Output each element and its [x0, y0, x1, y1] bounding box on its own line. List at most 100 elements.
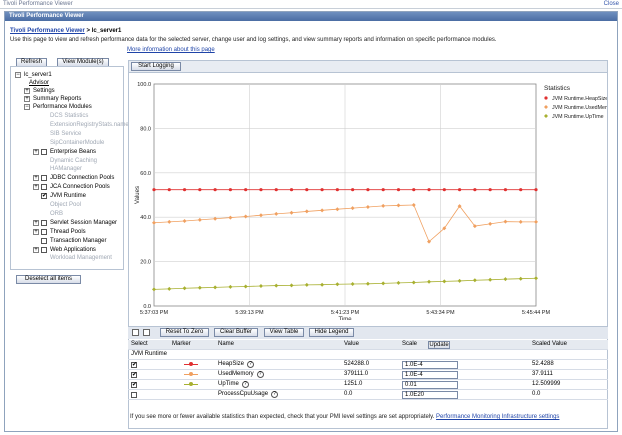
module-checkbox[interactable] — [41, 184, 47, 191]
select-all-icon[interactable] — [132, 329, 139, 336]
view-table-button[interactable]: View Table — [264, 328, 304, 337]
data-point — [259, 188, 263, 192]
row-scale-input[interactable]: 1.0E-4 — [402, 371, 458, 379]
tree-module-item[interactable]: Transaction Manager — [50, 237, 106, 246]
table-row: ✔ HeapSize? 524288.0 1.0E-4 52.4288 — [128, 360, 608, 370]
help-icon[interactable]: ? — [271, 391, 279, 398]
legend-entry: JVM Runtime.HeapSize — [552, 96, 607, 102]
breadcrumb-root-link[interactable]: Tivoli Performance Viewer — [10, 28, 85, 34]
tree-module-label[interactable]: Transaction Manager — [50, 238, 106, 244]
tree-advisor-label[interactable]: Advisor — [29, 80, 49, 86]
module-checkbox[interactable]: ✔ — [41, 193, 47, 200]
module-checkbox[interactable] — [41, 237, 47, 244]
update-button[interactable]: Update — [428, 341, 450, 349]
row-name: ProcessCpuUsage — [218, 391, 269, 397]
help-icon[interactable]: ? — [241, 381, 249, 388]
row-checkbox[interactable] — [131, 392, 137, 398]
row-scaled-value: 52.4288 — [532, 361, 554, 367]
tree-module-item: SipContainerModule — [50, 139, 104, 148]
tree-module-label[interactable]: Web Applications — [50, 247, 96, 253]
expand-jdbc-connection-pools-icon[interactable]: + — [33, 175, 39, 182]
expand-thread-pools-icon[interactable]: + — [33, 228, 39, 235]
hide-legend-button[interactable]: Hide Legend — [309, 328, 354, 337]
close-link[interactable]: Close — [604, 1, 619, 7]
tree-summary-label[interactable]: Summary Reports — [33, 96, 81, 102]
expand-enterprise-beans-icon[interactable]: + — [33, 148, 39, 155]
expand-web-applications-icon[interactable]: + — [33, 246, 39, 253]
row-name-cell: UsedMemory? — [218, 370, 264, 380]
row-scale-input[interactable]: 1.0E20 — [402, 391, 458, 399]
module-checkbox[interactable] — [41, 175, 47, 182]
row-checkbox[interactable]: ✔ — [131, 372, 137, 378]
footer-text: If you see more or fewer available stati… — [130, 414, 435, 420]
tree-module-item[interactable]: Thread Pools — [50, 228, 86, 237]
help-icon[interactable]: ? — [247, 361, 255, 368]
collapse-modules-icon[interactable]: − — [24, 104, 30, 110]
table-header-row: Select Marker Name Value Scale Update Sc… — [128, 340, 608, 350]
tree-module-label[interactable]: JVM Runtime — [50, 193, 86, 199]
tree-module-item[interactable]: Web Applications — [50, 246, 96, 255]
group-label: JVM Runtime — [131, 351, 168, 357]
module-checkbox[interactable] — [41, 219, 47, 226]
data-point — [351, 188, 355, 192]
tree-server-label[interactable]: lc_server1 — [24, 72, 52, 78]
tree-module-item[interactable]: JVM Runtime — [50, 192, 86, 201]
row-checkbox[interactable]: ✔ — [131, 382, 137, 388]
more-info-link[interactable]: More information about this page — [127, 47, 215, 53]
row-scale-input[interactable]: 0.01 — [402, 381, 458, 389]
footer-note: If you see more or fewer available stati… — [130, 414, 559, 420]
tree-module-label: DCS Statistics — [50, 113, 89, 119]
y-tick-label: 40.0 — [140, 215, 151, 221]
tree-module-item[interactable]: Enterprise Beans — [50, 148, 96, 157]
tree-module-label[interactable]: Servlet Session Manager — [50, 220, 117, 226]
tree-settings-label[interactable]: Settings — [33, 88, 55, 94]
deselect-all-icon[interactable] — [143, 329, 150, 336]
chart-svg: 0.020.040.060.080.0100.05:37:03 PM 5:39:1… — [135, 82, 617, 323]
tree-module-item[interactable]: Servlet Session Manager — [50, 219, 117, 228]
intro-text: Use this page to view and refresh perfor… — [10, 37, 497, 43]
expand-servlet-session-manager-icon[interactable]: + — [33, 219, 39, 226]
tree-module-label[interactable]: Thread Pools — [50, 229, 86, 235]
deselect-all-button[interactable]: Deselect all items — [16, 275, 81, 284]
x-tick-label: 5:37:03 PM — [140, 310, 169, 316]
data-point — [274, 188, 278, 192]
collapse-server-icon[interactable]: − — [15, 72, 21, 78]
row-scale-input[interactable]: 1.0E-4 — [402, 361, 458, 369]
tree-module-label: Dynamic Caching — [50, 157, 98, 164]
tree-module-label[interactable]: Enterprise Beans — [50, 149, 96, 155]
y-axis-label: Values — [135, 186, 141, 204]
start-logging-button[interactable]: Start Logging — [131, 62, 181, 71]
col-select: Select — [131, 341, 148, 347]
tree-performance-modules[interactable]: Performance Modules — [33, 103, 92, 112]
row-name-cell: HeapSize? — [218, 360, 255, 370]
tree-module-label: Object Pool — [50, 202, 82, 208]
breadcrumb-separator: > — [84, 28, 92, 34]
row-checkbox[interactable]: ✔ — [131, 362, 137, 368]
data-point — [305, 188, 309, 192]
data-point — [503, 188, 508, 192]
pmi-settings-link[interactable]: Performance Monitoring Infrastructure se… — [436, 414, 559, 420]
data-point — [473, 188, 477, 192]
tree-module-item: HAManager — [50, 165, 82, 174]
row-value: 1251.0 — [344, 381, 363, 387]
tree-modules-label[interactable]: Performance Modules — [33, 104, 92, 110]
expand-settings-icon[interactable]: + — [24, 88, 30, 94]
module-checkbox[interactable] — [41, 148, 47, 155]
tree-module-item[interactable]: JCA Connection Pools — [50, 183, 110, 192]
tree-module-item: Dynamic Caching — [50, 157, 97, 166]
reset-to-zero-button[interactable]: Reset To Zero — [160, 328, 209, 337]
expand-jca-connection-pools-icon[interactable]: + — [33, 184, 39, 191]
tree-module-label[interactable]: JCA Connection Pools — [50, 184, 110, 190]
module-checkbox[interactable] — [41, 246, 47, 253]
clear-buffer-button[interactable]: Clear Buffer — [214, 328, 258, 337]
row-value: 379111.0 — [344, 371, 369, 377]
module-checkbox[interactable] — [41, 228, 47, 235]
data-point — [335, 188, 339, 192]
tree-module-item[interactable]: JDBC Connection Pools — [50, 174, 114, 183]
tree-module-item: ORB — [50, 210, 63, 219]
help-icon[interactable]: ? — [256, 371, 264, 378]
tree-module-label[interactable]: JDBC Connection Pools — [50, 175, 114, 181]
col-value: Value — [344, 341, 359, 347]
window-titlebar: Tivoli Performance Viewer Close — [0, 0, 622, 9]
expand-summary-icon[interactable]: + — [24, 96, 30, 102]
